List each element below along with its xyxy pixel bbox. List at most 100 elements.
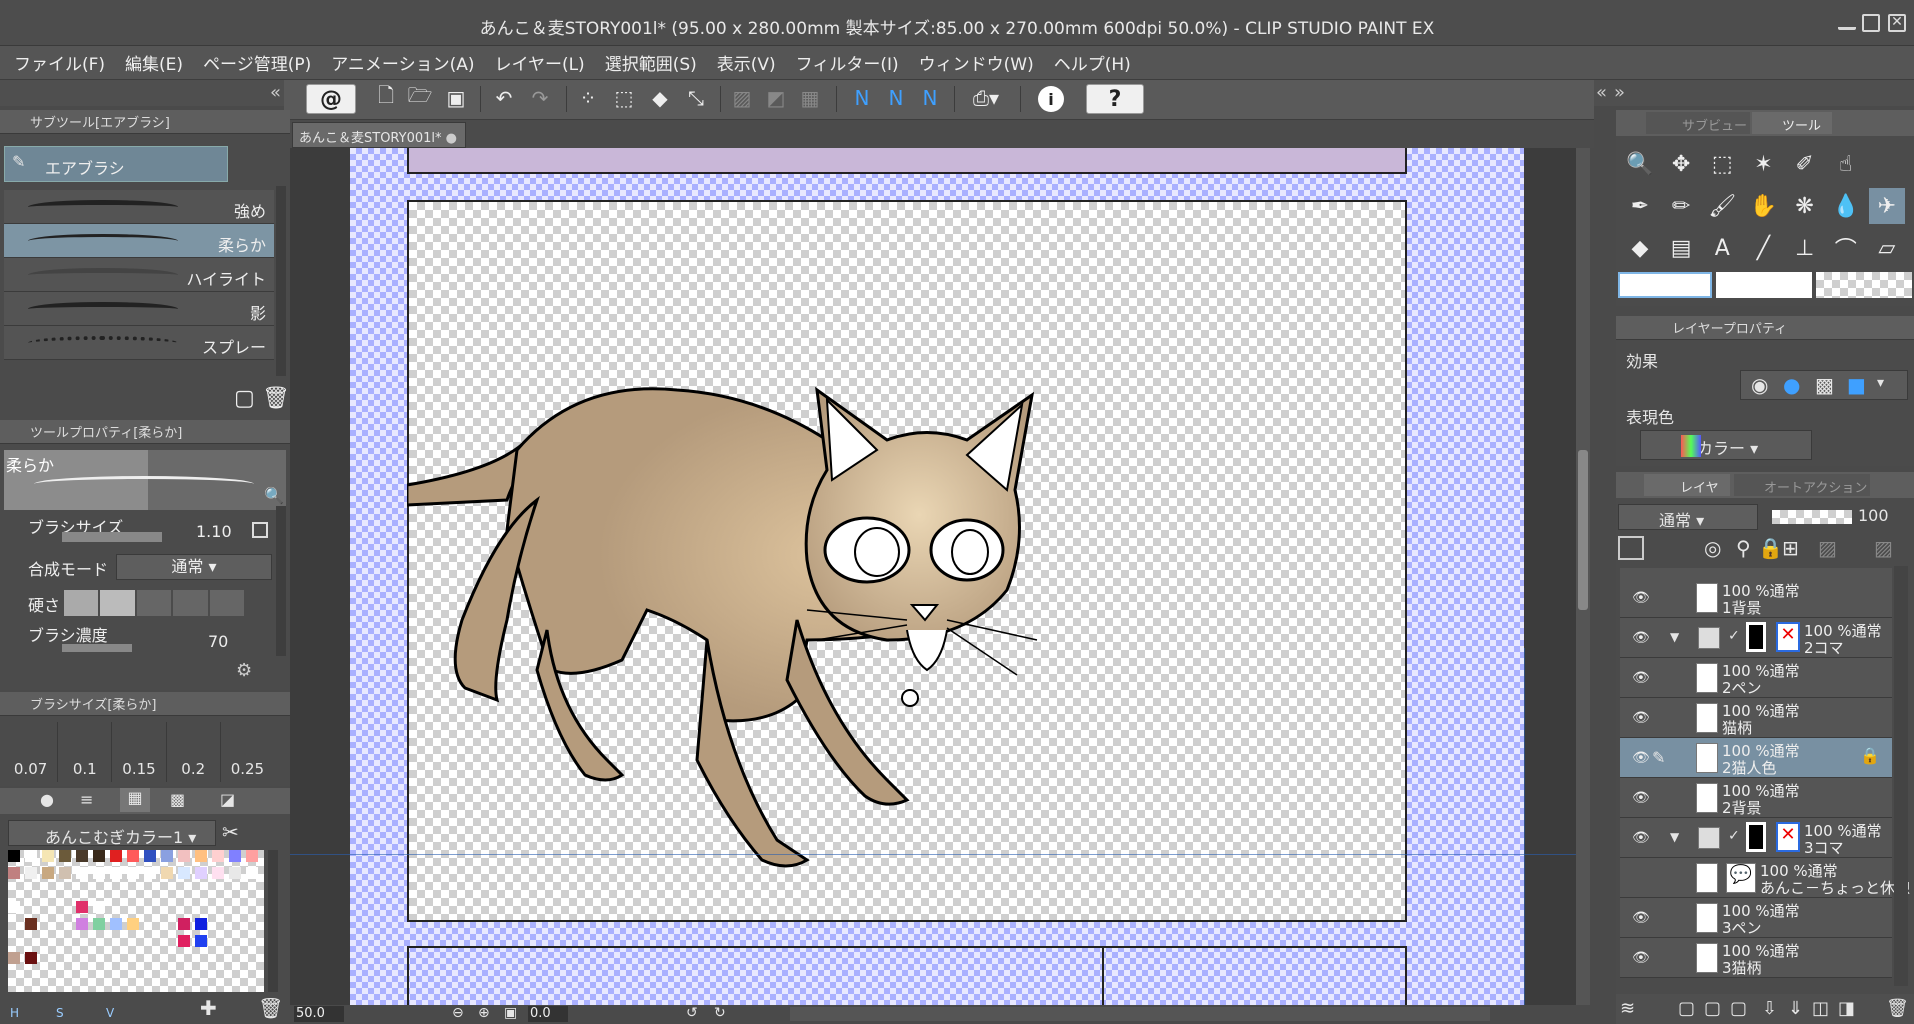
layer-color-icon[interactable]: ● xyxy=(1783,373,1800,397)
color-swatch[interactable] xyxy=(76,867,88,879)
opacity-value[interactable]: 100 xyxy=(1858,506,1889,525)
deselect-icon[interactable]: ▨ xyxy=(728,84,756,112)
color-swatch[interactable] xyxy=(246,867,258,879)
color-swatch[interactable] xyxy=(178,935,190,947)
color-swatch[interactable] xyxy=(161,850,173,862)
rotate-left-icon[interactable]: ↺ xyxy=(686,1005,698,1021)
color-swatch[interactable] xyxy=(127,867,139,879)
color-swatch[interactable] xyxy=(127,918,139,930)
hsv-h[interactable]: H xyxy=(10,1006,19,1020)
layer-row[interactable]: 👁 100 %通常 1背景 xyxy=(1620,578,1892,618)
brush-soft[interactable]: 柔らか xyxy=(4,224,274,258)
invert-selection-icon[interactable]: ◩ xyxy=(762,84,790,112)
color-wheel-tab-icon[interactable]: ● xyxy=(40,790,54,809)
decoration-tool-icon[interactable]: ❋ xyxy=(1787,188,1823,224)
tool-property-scrollbar[interactable] xyxy=(276,506,286,656)
magnifier-icon[interactable]: 🔍 xyxy=(264,486,284,505)
snap-ruler-icon[interactable]: N xyxy=(848,84,876,112)
add-color-icon[interactable]: ✚ xyxy=(200,996,217,1020)
rotate-right-icon[interactable]: ↻ xyxy=(714,1005,726,1021)
fill-icon[interactable]: ◆ xyxy=(646,84,674,112)
hsv-v[interactable]: V xyxy=(106,1006,114,1020)
layer-row[interactable]: 👁 100 %通常 2ペン xyxy=(1620,658,1892,698)
express-color-select[interactable]: カラー ▾ xyxy=(1640,430,1812,460)
sub-color[interactable] xyxy=(1716,272,1812,298)
color-swatch[interactable] xyxy=(59,850,71,862)
layer-tab[interactable]: レイヤー xyxy=(1644,474,1730,515)
mask-enable-icon[interactable]: ▨ xyxy=(1818,536,1837,560)
eyedropper-tool-icon[interactable]: ✐ xyxy=(1787,146,1823,182)
color-swatch[interactable] xyxy=(195,935,207,947)
angle-field[interactable]: 0.0 xyxy=(528,1006,568,1022)
layer-row[interactable]: 👁 100 %通常 2背景 xyxy=(1620,778,1892,818)
folder-expand-icon[interactable]: ▼ xyxy=(1670,830,1679,844)
brush-highlight[interactable]: ハイライト xyxy=(4,258,274,292)
layer-folder-row[interactable]: 👁 ▼ ✓ ✕ 100 %通常 3コマ xyxy=(1620,818,1892,858)
figure-tool-icon[interactable]: ╱ xyxy=(1745,230,1781,266)
open-file-icon[interactable]: 🗁 xyxy=(406,83,434,112)
color-swatch[interactable] xyxy=(212,850,224,862)
help-button[interactable]: ? xyxy=(1086,84,1144,114)
color-swatch[interactable] xyxy=(195,918,207,930)
size-preset[interactable]: 0.2 xyxy=(167,722,221,782)
color-swatch[interactable] xyxy=(178,850,190,862)
brush-spray[interactable]: スプレー xyxy=(4,326,274,360)
export-icon[interactable]: ⎙▾ xyxy=(966,84,1006,112)
info-icon[interactable]: i xyxy=(1038,86,1064,112)
color-swatch[interactable] xyxy=(42,867,54,879)
zoom-in-icon[interactable]: ⊕ xyxy=(478,1005,490,1021)
fill-tool-icon[interactable]: ◆ xyxy=(1622,230,1658,266)
hsv-s[interactable]: S xyxy=(56,1006,64,1020)
mask-icon[interactable]: ◫ xyxy=(1812,998,1829,1019)
color-swatch[interactable] xyxy=(42,850,54,862)
intermediate-color-tab-icon[interactable]: ▩ xyxy=(170,790,185,809)
color-swatch[interactable] xyxy=(93,901,105,913)
color-swatch[interactable] xyxy=(76,918,88,930)
delete-color-icon[interactable]: 🗑 xyxy=(258,996,283,1020)
color-slider-tab-icon[interactable]: ≡ xyxy=(80,790,93,809)
chevron-down-icon[interactable]: ▾ xyxy=(1877,375,1884,391)
menu-edit[interactable]: 編集(E) xyxy=(125,50,183,75)
pencil-tool-icon[interactable]: ✏ xyxy=(1663,188,1699,224)
tool-tab[interactable]: ツール xyxy=(1752,112,1832,134)
redo-icon[interactable]: ↷ xyxy=(526,84,554,112)
color-set-select[interactable]: あんこむぎカラー1 ▾ xyxy=(8,820,216,847)
layer-row[interactable]: 👁 100 %通常 3ペン xyxy=(1620,898,1892,938)
correct-line-tool-icon[interactable]: ⌒ xyxy=(1828,230,1864,266)
transfer-down-icon[interactable]: ⇩ xyxy=(1762,998,1777,1019)
color-swatch[interactable] xyxy=(144,850,156,862)
apply-mask-icon[interactable]: ◨ xyxy=(1838,998,1855,1019)
layer-folder-row[interactable]: 👁 ▼ ✓ ✕ 100 %通常 2コマ xyxy=(1620,618,1892,658)
clear-outside-icon[interactable]: ⬚ xyxy=(610,84,638,112)
color-swatch[interactable] xyxy=(76,850,88,862)
minimize-button[interactable] xyxy=(1838,20,1856,30)
color-swatch[interactable] xyxy=(25,952,37,964)
color-swatch-grid[interactable] xyxy=(8,850,264,992)
color-swatch[interactable] xyxy=(8,850,20,862)
auto-action-tab[interactable]: オートアクション xyxy=(1734,474,1870,496)
new-raster-layer-icon[interactable]: ▢ xyxy=(1678,998,1695,1019)
clip-layer-icon[interactable]: ◎ xyxy=(1704,536,1721,560)
color-swatch[interactable] xyxy=(25,918,37,930)
color-swatch[interactable] xyxy=(110,850,122,862)
layer-row[interactable]: 💬 100 %通常 あんこ－ちょっと休憩 xyxy=(1620,858,1910,898)
color-swatch[interactable] xyxy=(8,901,20,913)
color-swatch[interactable] xyxy=(8,867,20,879)
undo-icon[interactable]: ↶ xyxy=(490,84,518,112)
move-tool-icon[interactable]: ✥ xyxy=(1663,146,1699,182)
density-value[interactable]: 70 xyxy=(208,632,228,651)
color-set-tab-icon[interactable]: ▦ xyxy=(120,788,150,812)
save-icon[interactable]: ▣ xyxy=(442,84,470,112)
color-swatch[interactable] xyxy=(25,850,37,862)
menu-view[interactable]: 表示(V) xyxy=(717,50,776,75)
zoom-out-icon[interactable]: ⊖ xyxy=(452,1005,464,1021)
brush-strong[interactable]: 強め xyxy=(4,190,274,224)
menu-selection[interactable]: 選択範囲(S) xyxy=(605,50,697,75)
menu-animation[interactable]: アニメーション(A) xyxy=(331,50,474,75)
menu-layer[interactable]: レイヤー(L) xyxy=(494,50,584,75)
layer-row-selected[interactable]: 👁 ✎ 100 %通常 2猫人色 🔒 xyxy=(1620,738,1892,778)
main-color[interactable] xyxy=(1618,272,1712,298)
subview-tab[interactable]: サブビュー xyxy=(1646,112,1750,134)
layer-color-box-icon[interactable] xyxy=(1618,536,1644,560)
eraser-tool-icon[interactable]: ▱ xyxy=(1869,230,1905,266)
